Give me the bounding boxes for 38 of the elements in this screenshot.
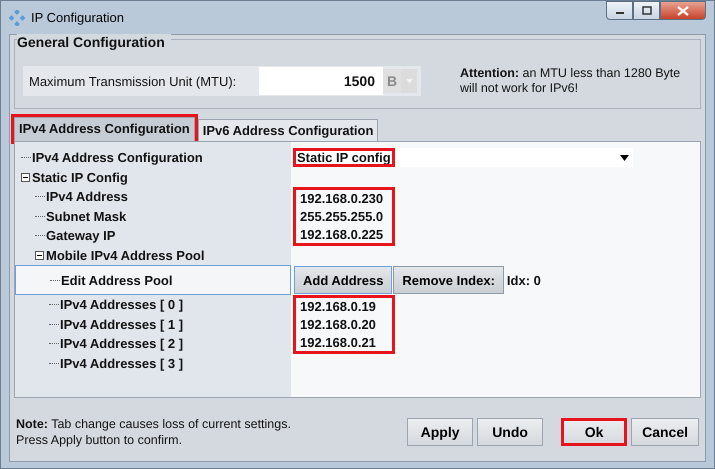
collapse-icon[interactable] bbox=[21, 172, 30, 182]
tree-item[interactable]: Mobile IPv4 Address Pool bbox=[46, 248, 204, 263]
tree-item[interactable]: IPv4 Addresses [ 2 ] bbox=[60, 336, 184, 352]
tree-item[interactable]: Subnet Mask bbox=[46, 208, 126, 224]
tree-item[interactable]: Gateway IP bbox=[46, 228, 116, 244]
mtu-input-field[interactable]: 1500 bbox=[259, 67, 383, 95]
maximize-icon bbox=[642, 6, 652, 15]
dialog-button[interactable]: Ok bbox=[561, 418, 628, 446]
tab[interactable]: IPv6 Address Configuration bbox=[198, 119, 378, 141]
dropdown-arrow-icon bbox=[620, 154, 629, 161]
note-text: Note: Tab change causes loss of current settings. Press Apply button to confirm. bbox=[16, 416, 291, 448]
remove-index-button[interactable]: Remove Index: bbox=[393, 266, 504, 294]
address-value[interactable]: 192.168.0.20 bbox=[300, 316, 376, 332]
group-title: General Configuration bbox=[17, 34, 171, 50]
tree-item[interactable]: IPv4 Addresses [ 0 ] bbox=[60, 297, 184, 312]
close-icon bbox=[677, 6, 689, 16]
window-title: IP Configuration bbox=[31, 10, 124, 25]
address-value[interactable]: 255.255.255.0 bbox=[300, 208, 384, 224]
close-button[interactable] bbox=[660, 1, 706, 20]
tree-item[interactable]: IPv4 Addresses [ 3 ] bbox=[60, 356, 184, 371]
minimize-button[interactable] bbox=[606, 1, 633, 20]
tree-item[interactable]: Static IP Config bbox=[32, 170, 128, 185]
add-address-button[interactable]: Add Address bbox=[294, 266, 392, 294]
dialog-button[interactable]: Apply bbox=[407, 418, 474, 446]
collapse-icon[interactable] bbox=[35, 250, 44, 260]
config-dropdown[interactable]: Static IP config bbox=[293, 148, 633, 168]
unit-label: B bbox=[383, 69, 401, 93]
attention-text: Attention: an MTU less than 1280 Byte will not work for IPv6! bbox=[460, 66, 682, 96]
dialog-button[interactable]: Undo bbox=[477, 418, 544, 446]
index-label: Idx: 0 bbox=[506, 272, 541, 288]
network-icon bbox=[9, 10, 25, 26]
tree-item[interactable]: IPv4 Address bbox=[46, 189, 128, 204]
maximize-button[interactable] bbox=[633, 1, 660, 20]
mtu-label: Maximum Transmission Unit (MTU): bbox=[29, 74, 238, 88]
tree-item[interactable]: IPv4 Addresses [ 1 ] bbox=[60, 316, 184, 332]
tree-item[interactable]: IPv4 Address Configuration bbox=[32, 150, 203, 166]
dialog-button[interactable]: Cancel bbox=[631, 418, 699, 446]
tab[interactable]: IPv4 Address Configuration bbox=[14, 117, 195, 141]
